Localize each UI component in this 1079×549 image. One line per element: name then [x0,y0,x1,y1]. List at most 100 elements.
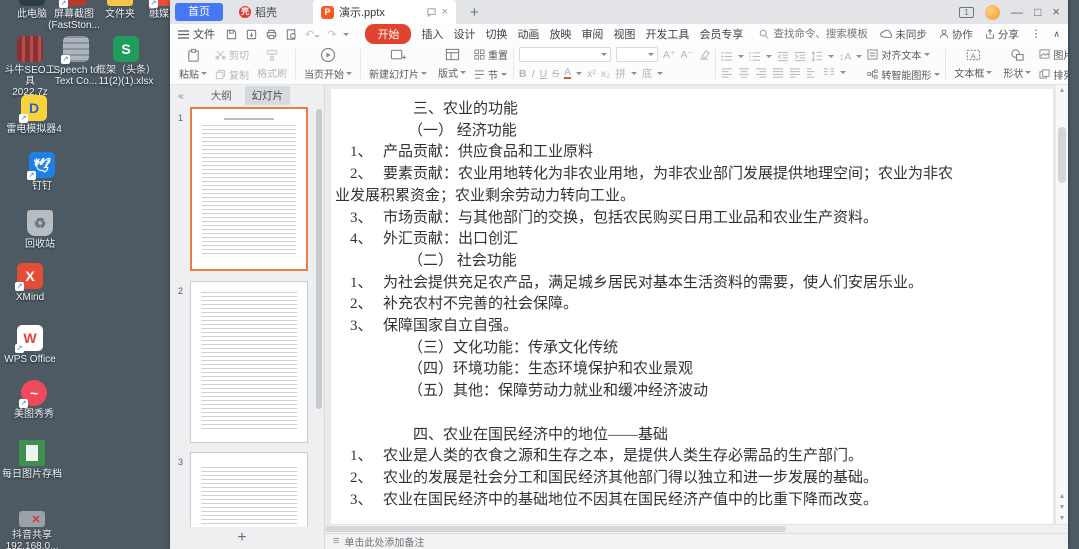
textbox-button[interactable]: A 文本框 [951,45,995,83]
desktop-icon-dingtalk[interactable]: 🕊 ↗ 钉钉 [12,152,72,192]
justify-icon[interactable] [772,67,784,78]
slide-thumbnail-1[interactable] [190,107,308,271]
close-document-icon[interactable]: × [442,6,448,18]
tab-home-ribbon[interactable]: 开始 [365,24,412,44]
tab-view[interactable]: 视图 [613,26,635,42]
panel-scrollbar[interactable] [316,109,322,523]
layout-button[interactable]: 版式 [435,45,469,83]
desktop-icon-network-share[interactable]: ✕ 抖音共享 192.168.0... [2,503,62,549]
document-tab[interactable]: P 演示.pptx × [313,0,456,24]
underline-button[interactable]: U [540,68,548,80]
file-menu[interactable]: 文件 [178,26,215,42]
panel-scrollbar-thumb[interactable] [316,109,322,409]
tab-animation[interactable]: 动画 [517,26,539,42]
font-size-combo[interactable] [616,47,658,62]
new-tab-button[interactable]: + [470,4,479,21]
multi-column-icon[interactable] [823,67,835,78]
text-direction-button[interactable]: ↕A [839,51,851,63]
align-center-icon[interactable] [738,67,750,78]
superscript-button[interactable]: x² [587,68,596,80]
close-window-button[interactable]: × [1052,5,1060,18]
desktop-icon-recycle-bin[interactable]: ♻ 回收站 [10,210,70,250]
align-right-icon[interactable] [755,67,767,78]
slide-text-block[interactable]: 三、农业的功能 （一） 经济功能 1、 产品贡献：供应食品和工业原料 2、 要素贡献… [331,99,1047,511]
distribute-icon[interactable] [789,67,801,78]
add-slide-button[interactable]: + [170,527,314,549]
scroll-down-icon[interactable]: ▼ [1056,514,1068,524]
tab-slideshow[interactable]: 放映 [549,26,571,42]
phonetic-button[interactable]: 拼 [615,66,626,81]
docer-tab[interactable]: 壳 稻壳 [229,0,287,24]
undo-icon[interactable]: ↶ [305,28,321,41]
slide-thumbnail-2[interactable] [190,281,308,443]
tab-member[interactable]: 会员专享 [699,26,743,42]
previous-slide-icon[interactable]: ▲ [1056,492,1068,502]
collaborate-button[interactable]: 协作 [939,27,973,42]
desktop-icon-xlsx[interactable]: S 框架（头条） 11(2)(1).xlsx [96,36,156,87]
paste-button[interactable]: 粘贴 [176,45,210,83]
avatar[interactable] [985,4,1001,20]
tab-design[interactable]: 设计 [453,26,475,42]
copy-button[interactable]: 复制 [215,67,249,82]
comment-bubble-icon[interactable] [426,7,437,18]
vertical-scrollbar[interactable]: ▲ ▲ ▼ ▼ [1055,85,1068,524]
align-text-button[interactable]: 对齐文本 [867,47,940,62]
list-level-icon[interactable] [806,67,818,78]
print-preview-icon[interactable] [285,28,298,41]
command-search[interactable] [759,28,870,40]
print-icon[interactable] [265,28,278,41]
scroll-up-icon[interactable]: ▲ [1056,86,1068,96]
font-family-combo[interactable] [519,47,611,62]
notes-placeholder[interactable]: 单击此处添加备注 [344,534,424,549]
tab-devtools[interactable]: 开发工具 [645,26,689,42]
tab-outline[interactable]: 大纲 [204,86,239,105]
font-color-button[interactable]: A [564,67,572,79]
increase-font-button[interactable]: A⁺ [663,49,676,61]
picture-button[interactable]: 图片 [1039,47,1068,62]
reset-button[interactable]: 重置 [474,47,508,62]
desktop-icon-wps[interactable]: W ↗ WPS Office [0,325,60,365]
section-button[interactable]: 节 [474,67,508,82]
numbering-icon[interactable] [749,51,761,62]
export-pdf-icon[interactable] [245,28,258,41]
smartart-button[interactable]: 转智能图形 [867,67,941,82]
slide-surface[interactable]: 三、农业的功能 （一） 经济功能 1、 产品贡献：供应食品和工业原料 2、 要素贡献… [331,89,1054,524]
window-manage-icon[interactable]: 1 [959,6,975,18]
line-spacing-icon[interactable] [811,51,823,62]
clear-format-icon[interactable] [698,49,710,61]
desktop-icon-daily-images[interactable]: 每日图片存档 [2,440,62,480]
play-from-current-button[interactable]: 当页开始 [301,45,355,83]
highlight-button[interactable]: 底 [642,66,653,81]
save-icon[interactable] [225,28,238,41]
desktop-icon-xmind[interactable]: X ↗ XMind [0,263,60,303]
desktop-icon-ld-player[interactable]: D ↗ 雷电模拟器4 [4,95,64,135]
notes-bar[interactable]: ≡ 单击此处添加备注 [325,533,1068,549]
slide-canvas[interactable]: 三、农业的功能 （一） 经济功能 1、 产品贡献：供应食品和工业原料 2、 要素贡献… [325,85,1068,524]
tab-transition[interactable]: 切换 [485,26,507,42]
horizontal-scrollbar[interactable] [325,524,1068,533]
increase-indent-icon[interactable] [794,51,806,62]
vertical-scrollbar-thumb[interactable] [1058,127,1066,183]
maximize-button[interactable]: □ [1034,6,1041,18]
redo-icon[interactable]: ↷ [327,28,336,41]
decrease-indent-icon[interactable] [777,51,789,62]
shapes-button[interactable]: 形状 [1000,45,1034,83]
align-left-icon[interactable] [721,67,733,78]
tab-insert[interactable]: 插入 [421,26,443,42]
cut-button[interactable]: 剪切 [215,47,249,62]
search-input[interactable] [773,28,870,40]
share-button[interactable]: 分享 [985,27,1019,42]
italic-button[interactable]: I [532,68,535,80]
more-menu-icon[interactable]: ⋮ [1031,28,1042,40]
tab-review[interactable]: 审阅 [581,26,603,42]
customize-toolbar-icon[interactable] [343,32,350,36]
bullets-icon[interactable] [721,51,733,62]
horizontal-scrollbar-thumb[interactable] [325,526,786,532]
new-slide-button[interactable]: 新建幻灯片 [366,45,430,83]
sync-status[interactable]: 未同步 [880,27,927,42]
desktop-icon-meitu[interactable]: ~ ↗ 美图秀秀 [4,380,64,420]
format-painter-button[interactable]: 格式刷 [254,45,290,83]
next-slide-icon[interactable]: ▼ [1056,503,1068,513]
home-tab[interactable]: 首页 [175,3,223,21]
arrange-button[interactable]: 排列 [1039,67,1068,82]
